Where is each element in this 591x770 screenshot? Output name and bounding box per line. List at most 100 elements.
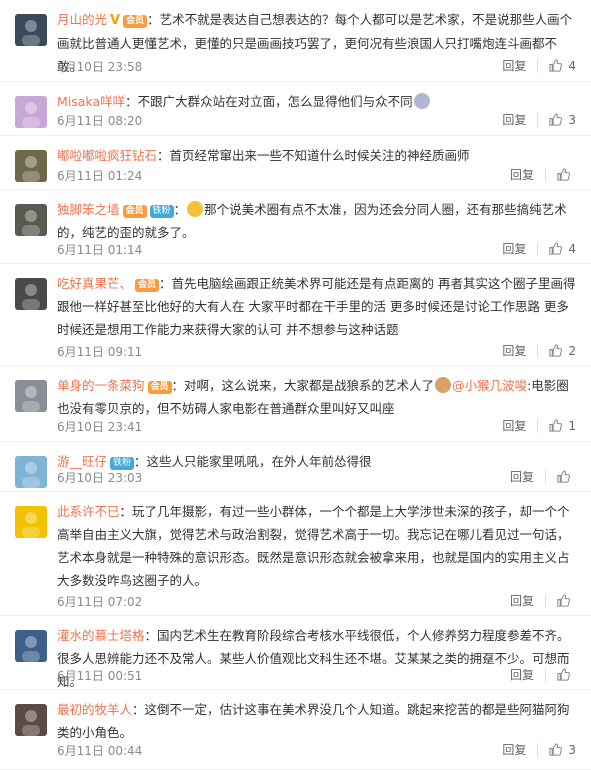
avatar[interactable] bbox=[15, 704, 47, 736]
timestamp: 6月11日 01:14 bbox=[57, 243, 143, 257]
comment-text: 玩了几年摄影，有过一些小群体，一个个都是上大学涉世未深的孩子，却一个个高举自由主… bbox=[57, 504, 570, 588]
username-link[interactable]: 月山的光 bbox=[57, 12, 107, 27]
member-badge[interactable]: 会员 bbox=[122, 205, 147, 218]
reply-button[interactable]: 回复 bbox=[502, 57, 526, 74]
action-divider bbox=[545, 469, 546, 484]
action-divider bbox=[537, 112, 539, 127]
avatar[interactable] bbox=[15, 204, 47, 236]
like-count: 1 bbox=[568, 418, 576, 433]
comment-text: 首页经常窜出来一些不知道什么时候关注的神经质画师 bbox=[169, 148, 470, 163]
comment-item: 独脚笨之墙 会员 铁粉：那个说美术圈有点不太准，因为还会分同人圈，还有那些搞纯艺术的… bbox=[0, 190, 591, 264]
timestamp: 6月11日 09:11 bbox=[57, 345, 143, 359]
username-link[interactable]: 嘟啦嘟啦疯狂钻石 bbox=[57, 148, 157, 163]
comment-actions: 回复 bbox=[510, 166, 576, 183]
thumbs-up-icon[interactable] bbox=[548, 112, 563, 127]
reply-button[interactable]: 回复 bbox=[502, 111, 526, 128]
colon-separator: ： bbox=[132, 702, 145, 717]
timestamp: 6月11日 00:44 bbox=[57, 744, 143, 758]
colon-separator: ： bbox=[173, 202, 187, 217]
mention-link[interactable]: @小猴几波唆 bbox=[452, 378, 527, 393]
reply-button[interactable]: 回复 bbox=[510, 468, 534, 485]
username-link[interactable]: Misaka咩咩 bbox=[57, 94, 125, 109]
username-link[interactable]: 灌水的慕士塔格 bbox=[57, 628, 145, 643]
timestamp: 6月10日 23:03 bbox=[57, 471, 143, 485]
timestamp: 6月11日 08:20 bbox=[57, 114, 143, 128]
comment-actions: 回复 3 bbox=[502, 741, 576, 758]
comment-item: 此系许不已：玩了几年摄影，有过一些小群体，一个个都是上大学涉世未深的孩子，却一个… bbox=[0, 492, 591, 616]
timestamp: 6月11日 00:51 bbox=[57, 669, 143, 683]
action-divider bbox=[537, 241, 539, 256]
reply-button[interactable]: 回复 bbox=[502, 240, 526, 257]
action-divider bbox=[537, 742, 539, 757]
comment-body: 嘟啦嘟啦疯狂钻石：首页经常窜出来一些不知道什么时候关注的神经质画师 bbox=[57, 144, 577, 167]
reply-button[interactable]: 回复 bbox=[510, 592, 534, 609]
username-link[interactable]: 此系许不已 bbox=[57, 504, 120, 519]
timestamp: 6月10日 23:58 bbox=[57, 60, 143, 74]
comment-item: 吃好真果芒、 会员 ：首先电脑绘画跟正统美术界可能还是有点距离的 再者其实这个圈子里… bbox=[0, 264, 591, 366]
comment-body: 此系许不已：玩了几年摄影，有过一些小群体，一个个都是上大学涉世未深的孩子，却一个… bbox=[57, 500, 577, 592]
avatar[interactable] bbox=[15, 380, 47, 412]
thumbs-up-icon[interactable] bbox=[556, 469, 571, 484]
username-link[interactable]: 吃好真果芒、 bbox=[57, 276, 132, 291]
thumbs-up-icon[interactable] bbox=[548, 742, 563, 757]
colon-separator: ： bbox=[157, 148, 170, 163]
avatar[interactable] bbox=[15, 506, 47, 538]
comment-actions: 回复 4 bbox=[502, 240, 576, 257]
reply-button[interactable]: 回复 bbox=[510, 666, 534, 683]
like-count: 4 bbox=[568, 241, 576, 256]
member-badge[interactable]: 会员 bbox=[135, 279, 160, 292]
thumbs-up-icon[interactable] bbox=[556, 167, 571, 182]
action-divider bbox=[545, 593, 546, 608]
thumbs-up-icon[interactable] bbox=[548, 418, 563, 433]
thumbs-up-icon[interactable] bbox=[548, 241, 563, 256]
colon-separator: ： bbox=[134, 454, 147, 469]
like-count: 2 bbox=[568, 343, 576, 358]
comment-text: 这些人只能家里吼吼，在外人年前怂得很 bbox=[146, 454, 372, 469]
action-divider bbox=[545, 667, 546, 682]
avatar[interactable] bbox=[15, 14, 47, 46]
comment-body: 单身的一条菜狗 会员 ：对啊，这么说来，大家都是战狼系的艺术人了 @小猴几波唆:电影圈… bbox=[57, 374, 577, 420]
thumbs-up-icon[interactable] bbox=[556, 667, 571, 682]
fan-badge[interactable]: 铁粉 bbox=[149, 205, 174, 218]
colon-separator: ： bbox=[147, 12, 160, 27]
thumbs-up-icon[interactable] bbox=[556, 593, 571, 608]
comment-actions: 回复 4 bbox=[502, 57, 576, 74]
colon-separator: ： bbox=[171, 378, 185, 393]
comment-body: Misaka咩咩：不跟广大群众站在对立面，怎么显得他们与众不同 bbox=[57, 90, 577, 113]
colon-separator: ： bbox=[159, 276, 172, 291]
colon-separator: ： bbox=[119, 504, 133, 519]
comment-actions: 回复 2 bbox=[502, 342, 576, 359]
avatar[interactable] bbox=[15, 630, 47, 662]
comment-item: 月山的光 V 会员 ：艺术不就是表达自己想表达的？每个人都可以是艺术家，不是说那些人画… bbox=[0, 0, 591, 82]
like-count: 3 bbox=[568, 112, 576, 127]
comment-item: 游__旺仔 铁粉 ：这些人只能家里吼吼，在外人年前怂得很 6月10日 23:03 回复 bbox=[0, 442, 591, 492]
comment-text: 不跟广大群众站在对立面，怎么显得他们与众不同 bbox=[137, 94, 413, 109]
reply-button[interactable]: 回复 bbox=[502, 417, 526, 434]
comment-actions: 回复 bbox=[510, 666, 576, 683]
member-badge[interactable]: 会员 bbox=[147, 381, 172, 394]
comment-actions: 回复 1 bbox=[502, 417, 576, 434]
thumbs-up-icon[interactable] bbox=[548, 58, 563, 73]
thumbs-up-icon[interactable] bbox=[548, 343, 563, 358]
comment-body: 独脚笨之墙 会员 铁粉：那个说美术圈有点不太准，因为还会分同人圈，还有那些搞纯艺术的… bbox=[57, 198, 577, 244]
reply-button[interactable]: 回复 bbox=[502, 741, 526, 758]
verified-badge[interactable]: V bbox=[110, 13, 120, 28]
action-divider bbox=[545, 167, 546, 182]
comment-body: 最初的牧羊人：这倒不一定，估计这事在美术界没几个人知道。跳起来挖苦的都是些阿猫阿… bbox=[57, 698, 577, 744]
username-link[interactable]: 单身的一条菜狗 bbox=[57, 378, 145, 393]
username-link[interactable]: 独脚笨之墙 bbox=[57, 202, 120, 217]
username-link[interactable]: 最初的牧羊人 bbox=[57, 702, 132, 717]
avatar[interactable] bbox=[15, 278, 47, 310]
comment-body: 吃好真果芒、 会员 ：首先电脑绘画跟正统美术界可能还是有点距离的 再者其实这个圈子里… bbox=[57, 272, 577, 341]
action-divider bbox=[537, 343, 539, 358]
avatar[interactable] bbox=[15, 456, 47, 488]
member-badge[interactable]: 会员 bbox=[123, 15, 148, 28]
action-divider bbox=[537, 418, 539, 433]
avatar[interactable] bbox=[15, 96, 47, 128]
reply-button[interactable]: 回复 bbox=[502, 342, 526, 359]
comment-actions: 回复 bbox=[510, 592, 576, 609]
avatar[interactable] bbox=[15, 150, 47, 182]
like-count: 3 bbox=[568, 742, 576, 757]
username-link[interactable]: 游__旺仔 bbox=[57, 454, 107, 469]
reply-button[interactable]: 回复 bbox=[510, 166, 534, 183]
